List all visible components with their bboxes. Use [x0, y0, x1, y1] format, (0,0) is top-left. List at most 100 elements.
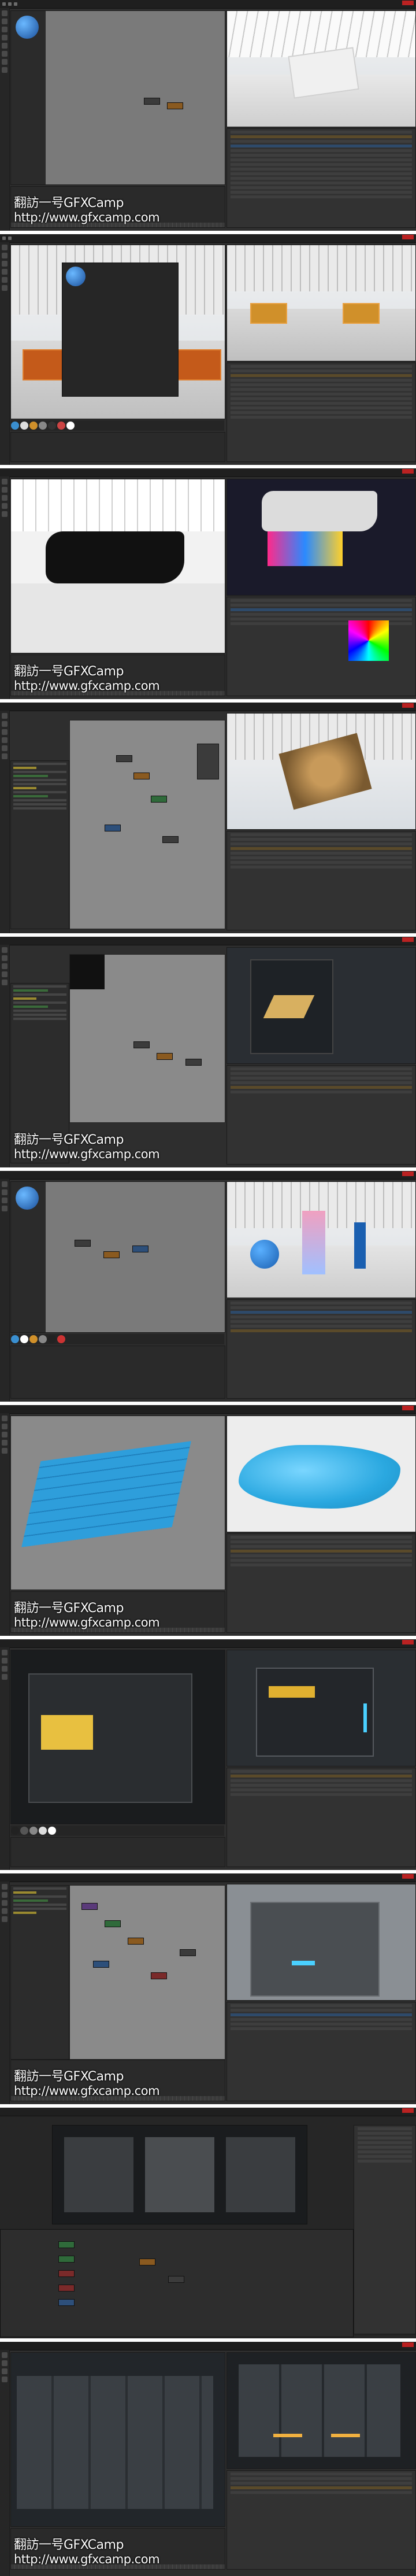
material-swatch[interactable]	[66, 422, 75, 430]
object-manager-panel[interactable]	[226, 1768, 416, 1867]
compositing-node-graph[interactable]	[0, 2229, 354, 2337]
material-swatch[interactable]	[39, 422, 47, 430]
close-icon[interactable]	[402, 1406, 414, 1410]
left-toolbar[interactable]	[0, 8, 10, 231]
close-icon[interactable]	[402, 2108, 414, 2113]
composite-node[interactable]	[139, 2259, 155, 2265]
left-toolbar[interactable]	[0, 242, 10, 465]
object-manager-panel[interactable]	[226, 2002, 416, 2101]
material-swatch[interactable]	[48, 1827, 56, 1835]
shader-node[interactable]	[167, 102, 183, 109]
menu-bar[interactable]	[0, 2108, 416, 2116]
material-swatches[interactable]	[10, 1334, 224, 1344]
perspective-viewport[interactable]	[10, 479, 225, 653]
menu-bar[interactable]	[0, 1171, 416, 1180]
shader-node[interactable]	[105, 825, 121, 831]
render-viewport[interactable]	[226, 713, 416, 830]
properties-panel[interactable]	[354, 2125, 416, 2334]
perspective-viewport[interactable]	[10, 1650, 225, 1824]
node-editor[interactable]	[69, 1885, 225, 2060]
material-swatch[interactable]	[11, 422, 19, 430]
object-manager-panel[interactable]	[226, 597, 416, 696]
shader-node[interactable]	[105, 1920, 121, 1927]
object-manager-panel[interactable]	[226, 128, 416, 228]
render-viewport[interactable]	[226, 1415, 416, 1532]
left-toolbar[interactable]	[0, 1882, 10, 2104]
object-manager-panel[interactable]	[226, 2470, 416, 2570]
composite-node[interactable]	[58, 2256, 75, 2263]
shader-node[interactable]	[81, 1903, 98, 1910]
perspective-viewport[interactable]	[10, 2352, 225, 2527]
material-swatch[interactable]	[39, 1827, 47, 1835]
attributes-panel[interactable]	[10, 432, 225, 462]
color-picker[interactable]	[348, 620, 389, 661]
close-icon[interactable]	[402, 1874, 414, 1879]
composite-node[interactable]	[58, 2299, 75, 2306]
shader-node[interactable]	[151, 796, 167, 803]
left-toolbar[interactable]	[0, 1647, 10, 1870]
node-tree-panel[interactable]	[10, 1885, 69, 2060]
material-swatch[interactable]	[29, 422, 38, 430]
left-toolbar[interactable]	[0, 1179, 10, 1402]
render-viewport[interactable]	[226, 1650, 416, 1766]
perspective-viewport[interactable]	[10, 245, 225, 419]
menu-bar[interactable]	[0, 1873, 416, 1882]
shader-node[interactable]	[185, 1059, 202, 1066]
node-tree-panel[interactable]	[10, 760, 69, 929]
attributes-panel[interactable]	[10, 1837, 225, 1867]
output-node[interactable]	[197, 744, 219, 779]
render-viewport[interactable]	[226, 947, 416, 1064]
menu-bar[interactable]	[0, 2342, 416, 2350]
material-swatch[interactable]	[20, 1335, 28, 1343]
object-manager-panel[interactable]	[226, 831, 416, 930]
node-editor[interactable]	[69, 720, 225, 929]
material-swatches[interactable]	[10, 1825, 224, 1836]
close-icon[interactable]	[402, 937, 414, 942]
shader-node[interactable]	[93, 1961, 109, 1968]
material-swatch[interactable]	[20, 1827, 28, 1835]
material-swatches[interactable]	[10, 420, 224, 431]
material-swatch[interactable]	[11, 1335, 19, 1343]
composite-node[interactable]	[58, 2241, 75, 2248]
composite-node[interactable]	[168, 2276, 184, 2283]
close-icon[interactable]	[402, 1640, 414, 1644]
render-viewport[interactable]	[226, 479, 416, 596]
left-toolbar[interactable]	[0, 476, 10, 699]
material-swatch[interactable]	[48, 1335, 56, 1343]
menu-bar[interactable]	[0, 0, 416, 9]
object-manager-panel[interactable]	[226, 1299, 416, 1399]
material-editor-viewport[interactable]	[10, 1181, 225, 1333]
left-toolbar[interactable]	[0, 1413, 10, 1636]
shader-node[interactable]	[133, 1041, 150, 1048]
shader-node[interactable]	[144, 98, 160, 105]
material-swatch[interactable]	[29, 1335, 38, 1343]
shader-node[interactable]	[157, 1053, 173, 1060]
material-editor-viewport[interactable]	[10, 10, 225, 185]
left-toolbar[interactable]	[0, 2350, 10, 2576]
close-icon[interactable]	[402, 2342, 414, 2347]
shader-node[interactable]	[133, 773, 150, 779]
menu-bar[interactable]	[0, 703, 416, 711]
material-swatch[interactable]	[57, 1335, 65, 1343]
render-viewport[interactable]	[226, 1884, 416, 2001]
object-manager-panel[interactable]	[226, 363, 416, 462]
object-manager-panel[interactable]	[226, 1065, 416, 1165]
perspective-viewport[interactable]	[10, 1415, 225, 1590]
shader-node[interactable]	[103, 1251, 120, 1258]
material-swatch[interactable]	[48, 422, 56, 430]
menu-bar[interactable]	[0, 234, 416, 243]
menu-bar[interactable]	[0, 1405, 416, 1414]
render-viewport[interactable]	[226, 10, 416, 127]
material-swatch[interactable]	[20, 422, 28, 430]
material-swatch[interactable]	[57, 422, 65, 430]
menu-bar[interactable]	[0, 468, 416, 477]
node-editor[interactable]	[69, 954, 225, 1123]
render-viewport[interactable]	[226, 1181, 416, 1298]
render-viewport[interactable]	[226, 2352, 416, 2469]
close-icon[interactable]	[402, 235, 414, 239]
close-icon[interactable]	[402, 1171, 414, 1176]
material-editor-dialog[interactable]	[62, 263, 179, 397]
close-icon[interactable]	[402, 703, 414, 708]
shader-node[interactable]	[75, 1240, 91, 1247]
material-swatch[interactable]	[29, 1827, 38, 1835]
